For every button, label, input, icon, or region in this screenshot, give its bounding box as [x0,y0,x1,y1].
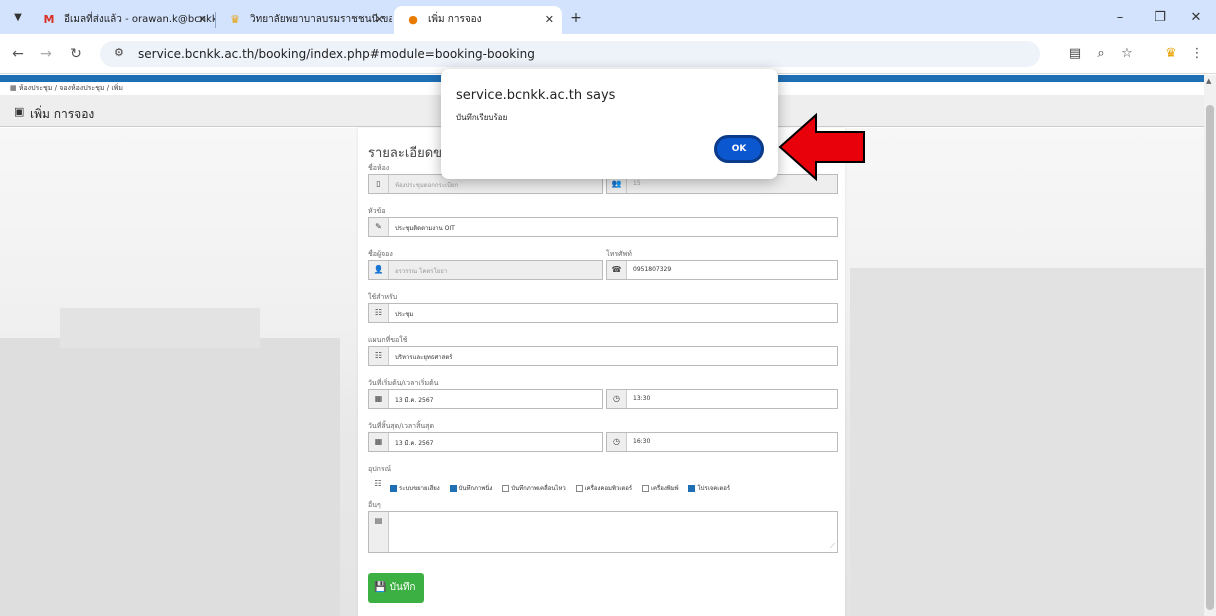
dialog-message: บันทึกเรียบร้อย [456,113,508,122]
save-button[interactable]: 💾 บันทึก [368,573,424,603]
use-select[interactable]: ☷ ประชุม [368,303,838,323]
reload-icon[interactable]: ↻ [64,42,88,66]
room-label: ชื่อห้อง [368,164,390,172]
calendar-icon: ▦ [10,84,17,92]
document-icon: ▤ [369,512,389,552]
browser-tab-strip: ▼ M อีเมลที่ส่งแล้ว - orawan.k@bcnkk.a ✕… [0,0,1216,34]
close-window-icon[interactable]: ✕ [1186,8,1206,28]
forward-icon[interactable]: → [34,42,58,66]
other-textarea[interactable]: ▤ ⟋ [368,511,838,553]
phone-icon: ☎ [607,261,627,279]
ok-button[interactable]: OK [714,135,764,163]
gmail-icon: M [43,13,55,26]
red-arrow-icon [778,112,865,182]
new-tab-icon[interactable]: + [566,8,586,28]
equip-photo-checkbox[interactable]: บันทึกภาพนิ่ง [449,483,492,493]
start-time-input[interactable]: ◷ 13:30 [606,389,838,409]
user-icon: 👤 [369,261,389,279]
topic-label: หัวข้อ [368,207,386,215]
list-icon: ☷ [374,479,382,488]
room-icon: ▯ [369,175,389,193]
clock-icon: ◷ [607,390,627,408]
dept-label: แผนกที่ขอใช้ [368,336,408,344]
equipment-label: อุปกรณ์ [368,465,392,473]
equip-projector-checkbox[interactable]: โปรเจคเตอร์ [688,483,730,493]
booking-site-icon: ● [408,13,418,26]
use-label: ใช้สำหรับ [368,293,398,301]
scroll-thumb[interactable] [1206,105,1214,610]
equip-video-checkbox[interactable]: บันทึกภาพเคลื่อนไหว [502,483,566,493]
floppy-disk-icon: 💾 [374,582,387,593]
equipment-group: ☷ ระบบขยายเสียง บันทึกภาพนิ่ง บันทึกภาพเ… [368,475,838,495]
dept-select[interactable]: ☷ บริหารและยุทธศาสตร์ [368,346,838,366]
start-date-input[interactable]: ▦ 13 มี.ค. 2567 [368,389,603,409]
translate-icon[interactable]: ▤ [1064,43,1086,65]
college-logo-icon: ♛ [230,13,240,26]
tab-title: เพิ่ม การจอง [428,14,482,25]
booker-label: ชื่อผู้จอง [368,250,393,258]
close-tab-icon[interactable]: ✕ [375,6,384,34]
dialog-title: service.bcnkk.ac.th says [456,88,616,103]
page-scrollbar[interactable]: ▲ [1204,75,1216,616]
browser-tab-booking[interactable]: ● เพิ่ม การจอง ✕ [394,6,562,34]
phone-input[interactable]: ☎ 0951807329 [606,260,838,280]
browser-toolbar: ← → ↻ ⚙ service.bcnkk.ac.th/booking/inde… [0,34,1216,74]
breadcrumb: ▦ ห้องประชุม / จองห้องประชุม / เพิ่ม [10,83,123,94]
list-icon: ☷ [369,347,389,365]
other-label: อื่นๆ [368,501,381,509]
bookmark-star-icon[interactable]: ☆ [1116,43,1138,65]
phone-label: โทรศัพท์ [606,250,632,258]
equip-printer-checkbox[interactable]: เครื่องพิมพ์ [641,483,679,493]
equip-computer-checkbox[interactable]: เครื่องคอมพิวเตอร์ [575,483,632,493]
breadcrumb-text[interactable]: ห้องประชุม / จองห้องประชุม / เพิ่ม [19,84,123,92]
booker-field[interactable]: 👤 อรวรรณ โคตรโยธา [368,260,603,280]
tab-title: อีเมลที่ส่งแล้ว - orawan.k@bcnkk.a [64,14,215,25]
pencil-icon: ✎ [369,218,389,236]
resize-handle-icon[interactable]: ⟋ [830,542,835,551]
scroll-up-icon[interactable]: ▲ [1206,77,1211,85]
menu-dots-icon[interactable]: ⋮ [1186,43,1208,65]
end-date-input[interactable]: ▦ 13 มี.ค. 2567 [368,432,603,452]
back-icon[interactable]: ← [6,42,30,66]
booking-form: รายละเอียดของ ชื่อห้อง ▯ ห้องประชุมดอกกร… [358,128,845,616]
address-bar[interactable]: ⚙ service.bcnkk.ac.th/booking/index.php#… [100,41,1040,67]
url-text: service.bcnkk.ac.th/booking/index.php#mo… [138,47,535,61]
minimize-icon[interactable]: – [1110,8,1130,28]
end-time-input[interactable]: ◷ 16:30 [606,432,838,452]
page-title: เพิ่ม การจอง [30,107,95,121]
calendar-icon: ▦ [369,433,389,451]
restore-icon[interactable]: ❐ [1150,8,1170,28]
topic-input[interactable]: ✎ ประชุมติดตามงาน OIT [368,217,838,237]
close-tab-icon[interactable]: ✕ [198,6,207,34]
close-tab-icon[interactable]: ✕ [545,6,554,34]
clock-icon: ◷ [607,433,627,451]
start-label: วันที่เริ่มต้น/เวลาเริ่มต้น [368,379,439,387]
edit-page-icon: ▣ [14,105,25,118]
tab-title: วิทยาลัยพยาบาลบรมราชชนนี ขอนแก่ [250,14,392,25]
alert-dialog: service.bcnkk.ac.th says บันทึกเรียบร้อย… [441,69,778,179]
zoom-icon[interactable]: ⌕ [1090,43,1112,65]
equip-sound-checkbox[interactable]: ระบบขยายเสียง [390,483,440,493]
profile-icon[interactable]: ♛ [1160,43,1182,65]
calendar-icon: ▦ [369,390,389,408]
list-icon: ☷ [369,304,389,322]
browser-tab-gmail[interactable]: M อีเมลที่ส่งแล้ว - orawan.k@bcnkk.a ✕ [30,6,215,34]
tab-search-chevron-icon[interactable]: ▼ [8,8,28,28]
end-label: วันที่สิ้นสุด/เวลาสิ้นสุด [368,422,434,430]
site-info-icon[interactable]: ⚙ [114,46,124,59]
browser-tab-college[interactable]: ♛ วิทยาลัยพยาบาลบรมราชชนนี ขอนแก่ ✕ [216,6,392,34]
